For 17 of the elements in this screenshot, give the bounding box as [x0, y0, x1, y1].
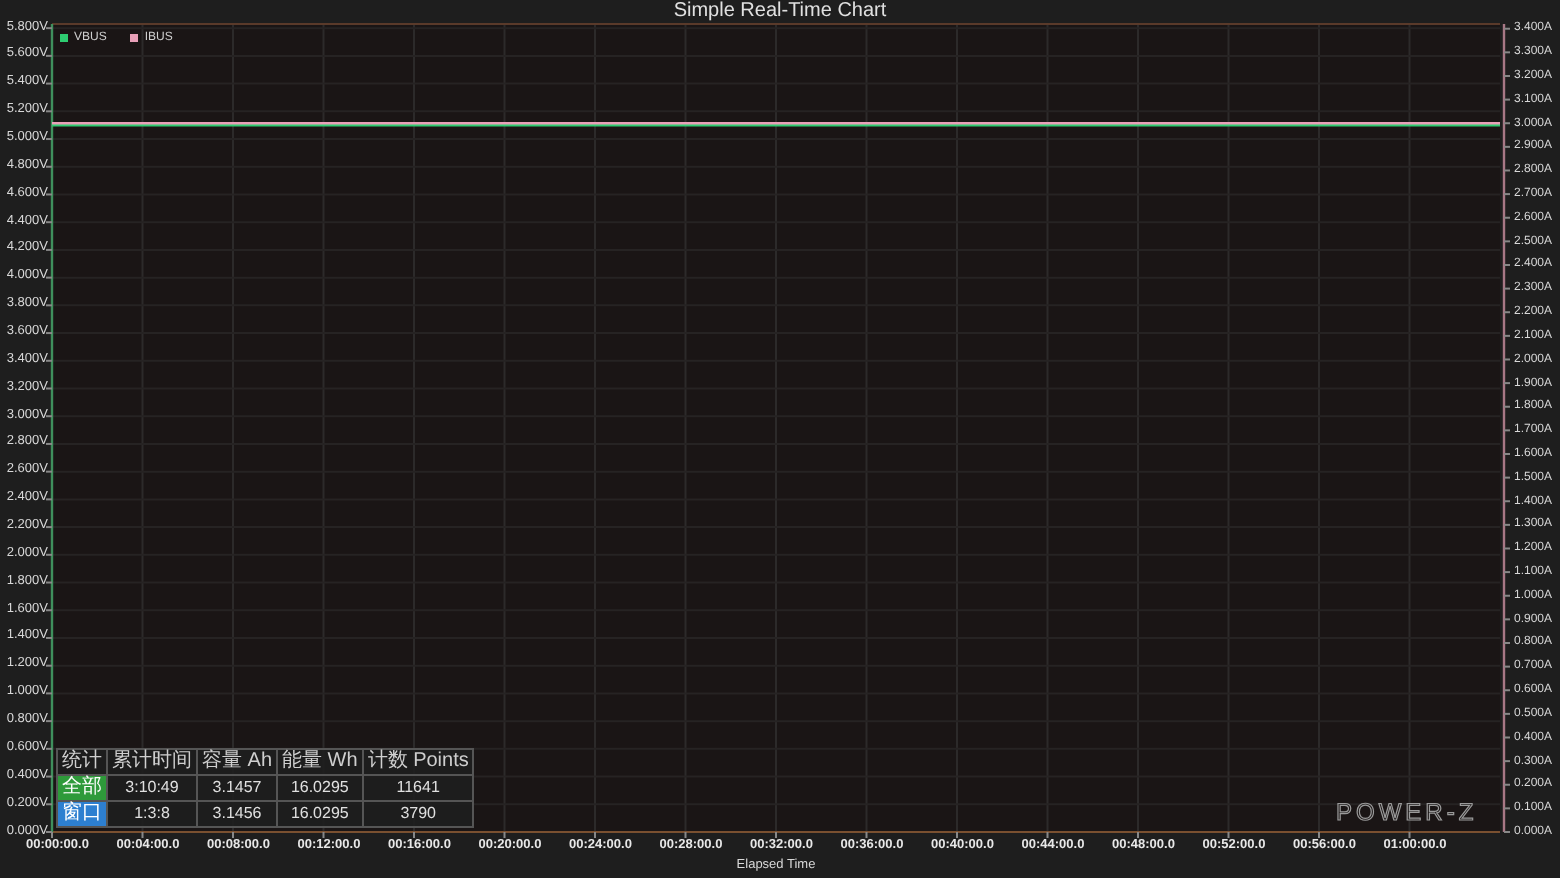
- table-cell: 11641: [362, 775, 474, 801]
- table-cell: 3.1457: [197, 775, 278, 801]
- table-cell: 3.1456: [197, 801, 278, 827]
- table-cell: 1:3:8: [107, 801, 197, 827]
- logo: POWER-Z: [1336, 800, 1478, 824]
- row-label: 全部: [57, 775, 107, 801]
- table-cell: 16.0295: [277, 801, 363, 827]
- table-header: 容量 Ah: [197, 749, 278, 775]
- row-label: 窗口: [57, 801, 107, 827]
- table-cell: 16.0295: [277, 775, 363, 801]
- table-header: 统计: [57, 749, 107, 775]
- table-header: 能量 Wh: [277, 749, 363, 775]
- table-header: 计数 Points: [362, 749, 474, 775]
- chart-title: Simple Real-Time Chart: [673, 2, 887, 22]
- table-cell: 3790: [362, 801, 474, 827]
- table-header: 累计时间: [107, 749, 197, 775]
- table-cell: 3:10:49: [107, 775, 197, 801]
